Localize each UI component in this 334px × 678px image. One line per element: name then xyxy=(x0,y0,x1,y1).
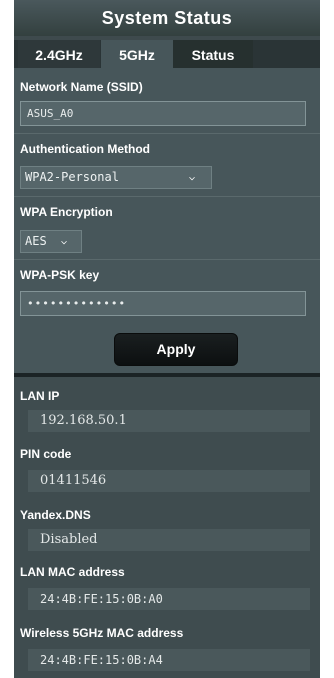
auth-method-label: Authentication Method xyxy=(20,142,150,156)
divider xyxy=(14,196,320,197)
yandex-dns-value: Disabled xyxy=(28,529,310,551)
lan-mac-label: LAN MAC address xyxy=(20,565,125,579)
apply-button[interactable]: Apply xyxy=(114,333,238,366)
wireless-mac-value: 24:4B:FE:15:0B:A4 xyxy=(28,649,310,671)
wireless-mac-label: Wireless 5GHz MAC address xyxy=(20,626,184,640)
chevron-down-icon: ⌵ xyxy=(61,236,68,247)
tab-status[interactable]: Status xyxy=(173,40,253,68)
auth-method-select[interactable]: WPA2-Personal ⌵ xyxy=(20,166,212,189)
tab-5ghz[interactable]: 5GHz xyxy=(101,40,173,68)
lan-ip-value: 192.168.50.1 xyxy=(28,410,310,432)
tab-2-4ghz[interactable]: 2.4GHz xyxy=(18,40,100,68)
wpa-encryption-select[interactable]: AES ⌵ xyxy=(20,230,82,253)
yandex-dns-label: Yandex.DNS xyxy=(20,508,91,522)
lan-mac-value: 24:4B:FE:15:0B:A0 xyxy=(28,588,310,610)
ssid-label: Network Name (SSID) xyxy=(20,80,143,94)
band-tabs: 2.4GHz 5GHz Status xyxy=(14,40,320,68)
divider xyxy=(14,133,320,134)
wpa-encryption-label: WPA Encryption xyxy=(20,205,113,219)
auth-method-value: WPA2-Personal xyxy=(25,170,119,184)
chevron-down-icon: ⌵ xyxy=(189,172,196,183)
psk-key-input[interactable]: ••••••••••••• xyxy=(20,291,306,316)
divider xyxy=(14,259,320,260)
panel-title: System Status xyxy=(14,0,320,36)
ssid-input[interactable]: ASUS_A0 xyxy=(20,101,306,126)
lan-ip-label: LAN IP xyxy=(20,389,60,403)
psk-key-label: WPA-PSK key xyxy=(20,268,100,282)
pin-code-value: 01411546 xyxy=(28,470,310,492)
pin-code-label: PIN code xyxy=(20,447,72,461)
wpa-encryption-value: AES xyxy=(25,234,47,248)
